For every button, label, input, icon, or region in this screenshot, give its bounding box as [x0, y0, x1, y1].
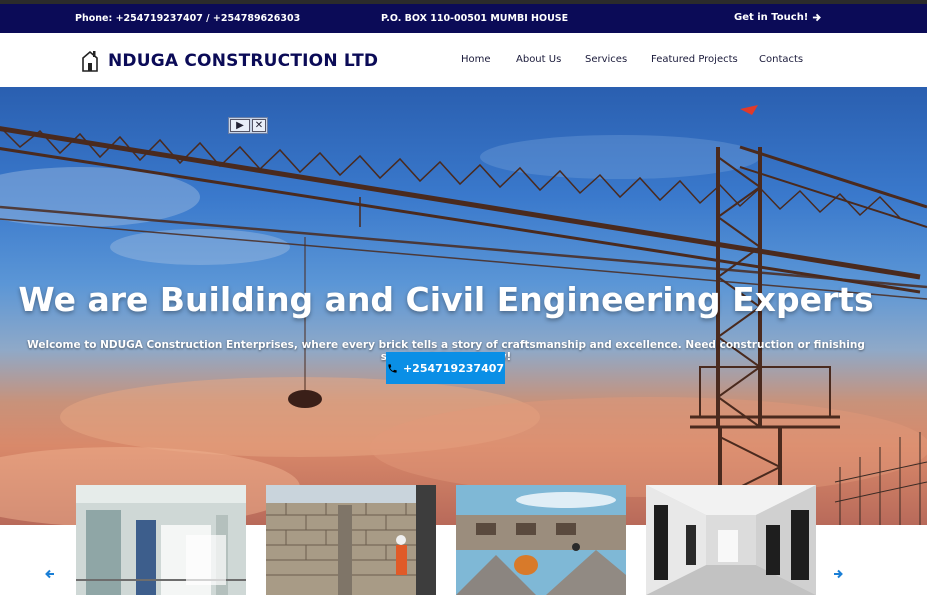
- ad-controls: ▶ ✕: [228, 117, 268, 134]
- carousel-item-concrete-mixer-site[interactable]: [456, 485, 626, 595]
- hero-section: ▶ ✕ We are Building and Civil Engineerin…: [0, 87, 927, 525]
- carousel-item-brick-wall-worker[interactable]: [266, 485, 436, 595]
- main-nav: NDUGA CONSTRUCTION LTD Home About Us Ser…: [0, 33, 927, 87]
- brand-name: NDUGA CONSTRUCTION LTD: [108, 51, 378, 71]
- carousel-item-corridor-building[interactable]: [76, 485, 246, 595]
- concrete-mixer-site-image: [456, 485, 626, 595]
- play-icon[interactable]: ▶: [230, 119, 250, 132]
- top-info-bar: Phone: +254719237407 / +254789626303 P.O…: [0, 4, 927, 33]
- phone-icon: [388, 363, 397, 373]
- nav-services[interactable]: Services: [585, 54, 627, 65]
- carousel-item-modern-interior-hallway[interactable]: [646, 485, 816, 595]
- brand-prefix: NDUGA: [108, 51, 179, 71]
- brick-wall-worker-image: [266, 485, 436, 595]
- corridor-building-image: [76, 485, 246, 595]
- topbar-phone: Phone: +254719237407 / +254789626303: [75, 13, 301, 24]
- brand-suffix: CONSTRUCTION LTD: [178, 51, 379, 71]
- house-icon: [82, 50, 98, 72]
- nav-featured-projects[interactable]: Featured Projects: [651, 54, 738, 65]
- arrow-right-icon: [813, 13, 822, 22]
- get-in-touch-link[interactable]: Get in Touch!: [734, 12, 822, 23]
- nav-home[interactable]: Home: [461, 54, 491, 65]
- close-icon[interactable]: ✕: [252, 119, 266, 132]
- topbar-address: P.O. BOX 110-00501 MUMBI HOUSE: [381, 13, 569, 24]
- site-logo[interactable]: NDUGA CONSTRUCTION LTD: [80, 49, 378, 73]
- hero-title: We are Building and Civil Engineering Ex…: [18, 280, 874, 319]
- nav-contacts[interactable]: Contacts: [759, 54, 803, 65]
- get-in-touch-label: Get in Touch!: [734, 12, 809, 23]
- arrow-right-icon[interactable]: [833, 568, 843, 582]
- nav-about-us[interactable]: About Us: [516, 54, 561, 65]
- modern-interior-hallway-image: [646, 485, 816, 595]
- call-now-label: +254719237407: [402, 361, 505, 375]
- call-now-button[interactable]: +254719237407: [386, 352, 505, 384]
- arrow-left-icon[interactable]: [45, 568, 55, 582]
